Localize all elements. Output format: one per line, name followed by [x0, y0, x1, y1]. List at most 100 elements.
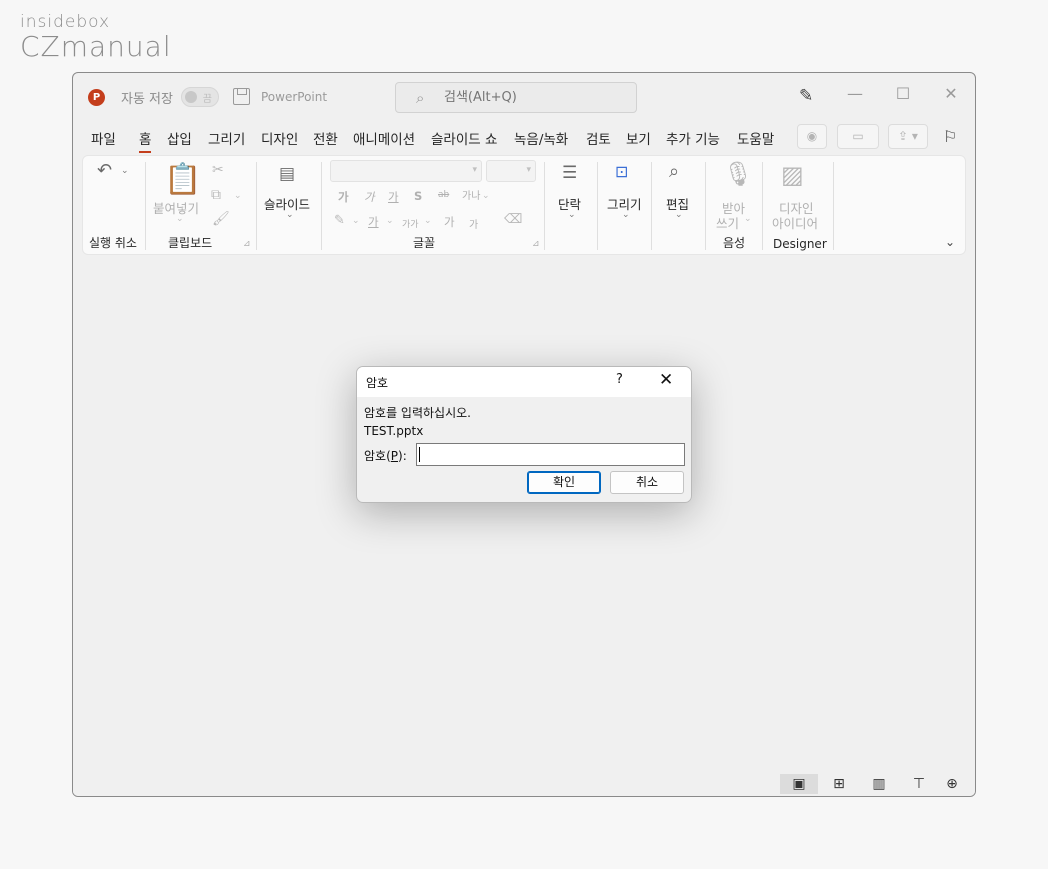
font-group: ▾ ▾ 가 가 가 S ab 가나 ⌄ ✎ ⌄ 가 ⌄ 가가 ⌄ 가 가 ⌫ 글…	[322, 156, 544, 254]
slides-chevron-icon[interactable]: ⌄	[286, 210, 294, 220]
normal-view-icon[interactable]: ▣	[780, 774, 818, 794]
cut-icon[interactable]: ✂	[212, 162, 224, 178]
slide-sorter-icon[interactable]: ⊞	[820, 774, 858, 794]
design-ideas-icon[interactable]: ▨	[781, 161, 804, 189]
undo-group: ↶ ⌄ 실행 취소	[83, 156, 145, 254]
dictate-label-line2[interactable]: 쓰기	[716, 213, 739, 232]
watermark-line2: CZmanual	[20, 30, 172, 63]
change-case-button[interactable]: 가가	[402, 217, 419, 230]
tab-transitions[interactable]: 전환	[313, 128, 338, 148]
tab-view[interactable]: 보기	[626, 128, 651, 148]
highlight-chevron-icon[interactable]: ⌄	[352, 216, 360, 226]
microphone-icon[interactable]: 🎙	[723, 160, 753, 188]
change-case-chevron-icon[interactable]: ⌄	[424, 216, 432, 226]
watermark-line1: insidebox	[20, 12, 111, 32]
autosave-state: 끔	[202, 94, 212, 105]
shapes-icon[interactable]: ⊡	[615, 162, 628, 181]
share-button[interactable]: ⇪ ▾	[888, 124, 928, 149]
strikethrough-button[interactable]: ab	[438, 190, 449, 200]
underline-button[interactable]: 가	[388, 189, 399, 205]
shadow-button[interactable]: S	[414, 189, 422, 203]
spacing-chevron-icon[interactable]: ⌄	[482, 191, 490, 201]
tab-help[interactable]: 도움말	[737, 128, 774, 148]
paragraph-icon[interactable]: ☰	[562, 163, 577, 183]
paragraph-group: ☰ 단락 ⌄	[545, 156, 597, 254]
font-size-select[interactable]: ▾	[486, 160, 536, 182]
tab-insert[interactable]: 삽입	[167, 128, 192, 148]
clipboard-launcher-icon[interactable]: ⊿	[243, 239, 251, 249]
drawing-chevron-icon[interactable]: ⌄	[622, 210, 630, 220]
editing-chevron-icon[interactable]: ⌄	[675, 210, 683, 220]
voice-group: 🎙 받아 쓰기 ⌄ 음성	[706, 156, 762, 254]
dialog-filename: TEST.pptx	[364, 424, 424, 438]
copy-icon[interactable]: ⧉	[211, 187, 221, 203]
tab-draw[interactable]: 그리기	[208, 128, 245, 148]
undo-dropdown-chevron-icon[interactable]: ⌄	[121, 166, 129, 176]
minimize-icon[interactable]: —	[840, 84, 870, 103]
watermark-logo: insidebox CZmanual	[20, 12, 172, 63]
copilot-pen-icon[interactable]: ✎	[799, 86, 813, 106]
paste-chevron-icon[interactable]: ⌄	[176, 214, 184, 224]
ok-button[interactable]: 확인	[527, 471, 601, 494]
clipboard-group: 📋 붙여넣기 ⌄ ✂ ⧉ ⌄ 🖌 클립보드 ⊿	[146, 156, 256, 254]
password-label-suffix: ):	[398, 449, 407, 463]
drawing-group: ⊡ 그리기 ⌄	[598, 156, 651, 254]
italic-button[interactable]: 가	[364, 189, 375, 205]
tab-record[interactable]: 녹음/녹화	[514, 128, 568, 148]
dictate-chevron-icon[interactable]: ⌄	[744, 214, 752, 224]
find-icon[interactable]: ⌕	[669, 161, 679, 182]
feedback-icon[interactable]: ⚐	[943, 127, 957, 146]
dialog-close-icon[interactable]: ✕	[659, 370, 673, 390]
paste-icon[interactable]: 📋	[164, 162, 201, 197]
autosave-toggle[interactable]: 끔	[181, 87, 219, 107]
clear-formatting-icon[interactable]: ⌫	[504, 212, 522, 227]
format-painter-icon[interactable]: 🖌	[212, 211, 230, 227]
close-icon[interactable]: ✕	[936, 84, 966, 103]
highlight-pen-icon[interactable]: ✎	[334, 213, 345, 228]
password-label-prefix: 암호(	[364, 449, 391, 463]
font-name-select[interactable]: ▾	[330, 160, 482, 182]
title-bar: P 자동 저장 끔 PowerPoint ⌕ ✎ — ☐ ✕	[73, 73, 975, 119]
maximize-icon[interactable]: ☐	[888, 84, 918, 103]
paragraph-chevron-icon[interactable]: ⌄	[568, 210, 576, 220]
tab-slideshow[interactable]: 슬라이드 쇼	[431, 128, 497, 148]
powerpoint-app-icon[interactable]: P	[88, 89, 105, 106]
bold-button[interactable]: 가	[338, 189, 349, 205]
chevron-down-icon: ▾	[472, 165, 477, 175]
tab-design[interactable]: 디자인	[261, 128, 298, 148]
decrease-font-button[interactable]: 가	[469, 216, 478, 231]
text-caret	[419, 447, 420, 462]
password-label: 암호(P):	[364, 447, 407, 464]
character-spacing-button[interactable]: 가나	[462, 187, 480, 202]
tab-review[interactable]: 검토	[586, 128, 611, 148]
increase-font-button[interactable]: 가	[444, 214, 455, 230]
font-color-chevron-icon[interactable]: ⌄	[386, 216, 394, 226]
search-input[interactable]	[444, 90, 624, 105]
save-icon[interactable]	[233, 88, 250, 105]
password-input[interactable]	[416, 443, 685, 466]
new-slide-icon[interactable]: ▤	[279, 164, 295, 184]
designer-group: ▨ 디자인 아이디어 Designer	[763, 156, 833, 254]
dialog-title-bar: 암호 ? ✕	[357, 367, 691, 397]
reading-view-icon[interactable]: ▥	[860, 774, 898, 794]
password-dialog: 암호 ? ✕ 암호를 입력하십시오. TEST.pptx 암호(P): 확인 취…	[356, 366, 692, 503]
record-button[interactable]: ◉	[797, 124, 827, 149]
tab-home[interactable]: 홈	[139, 128, 152, 153]
copy-chevron-icon[interactable]: ⌄	[234, 191, 242, 201]
tab-file[interactable]: 파일	[91, 128, 116, 148]
tab-addins[interactable]: 추가 기능	[666, 128, 720, 148]
help-icon[interactable]: ?	[616, 372, 623, 387]
ribbon-collapse-chevron-icon[interactable]: ⌄	[945, 235, 955, 249]
search-icon: ⌕	[416, 89, 425, 107]
slides-group: ▤ 슬라이드 ⌄	[257, 156, 321, 254]
undo-icon[interactable]: ↶	[97, 160, 112, 181]
tab-animations[interactable]: 애니메이션	[353, 128, 415, 148]
comments-button[interactable]: ▭	[837, 124, 879, 149]
design-ideas-line2[interactable]: 아이디어	[772, 213, 818, 232]
ribbon-home: ↶ ⌄ 실행 취소 📋 붙여넣기 ⌄ ✂ ⧉ ⌄ 🖌 클립보드 ⊿ ▤ 슬라이드…	[82, 155, 966, 255]
search-box[interactable]: ⌕	[395, 82, 637, 113]
cancel-button[interactable]: 취소	[610, 471, 684, 494]
fit-to-window-icon[interactable]: ⊕	[933, 774, 971, 794]
font-launcher-icon[interactable]: ⊿	[532, 239, 540, 249]
font-color-button[interactable]: 가	[368, 214, 379, 230]
